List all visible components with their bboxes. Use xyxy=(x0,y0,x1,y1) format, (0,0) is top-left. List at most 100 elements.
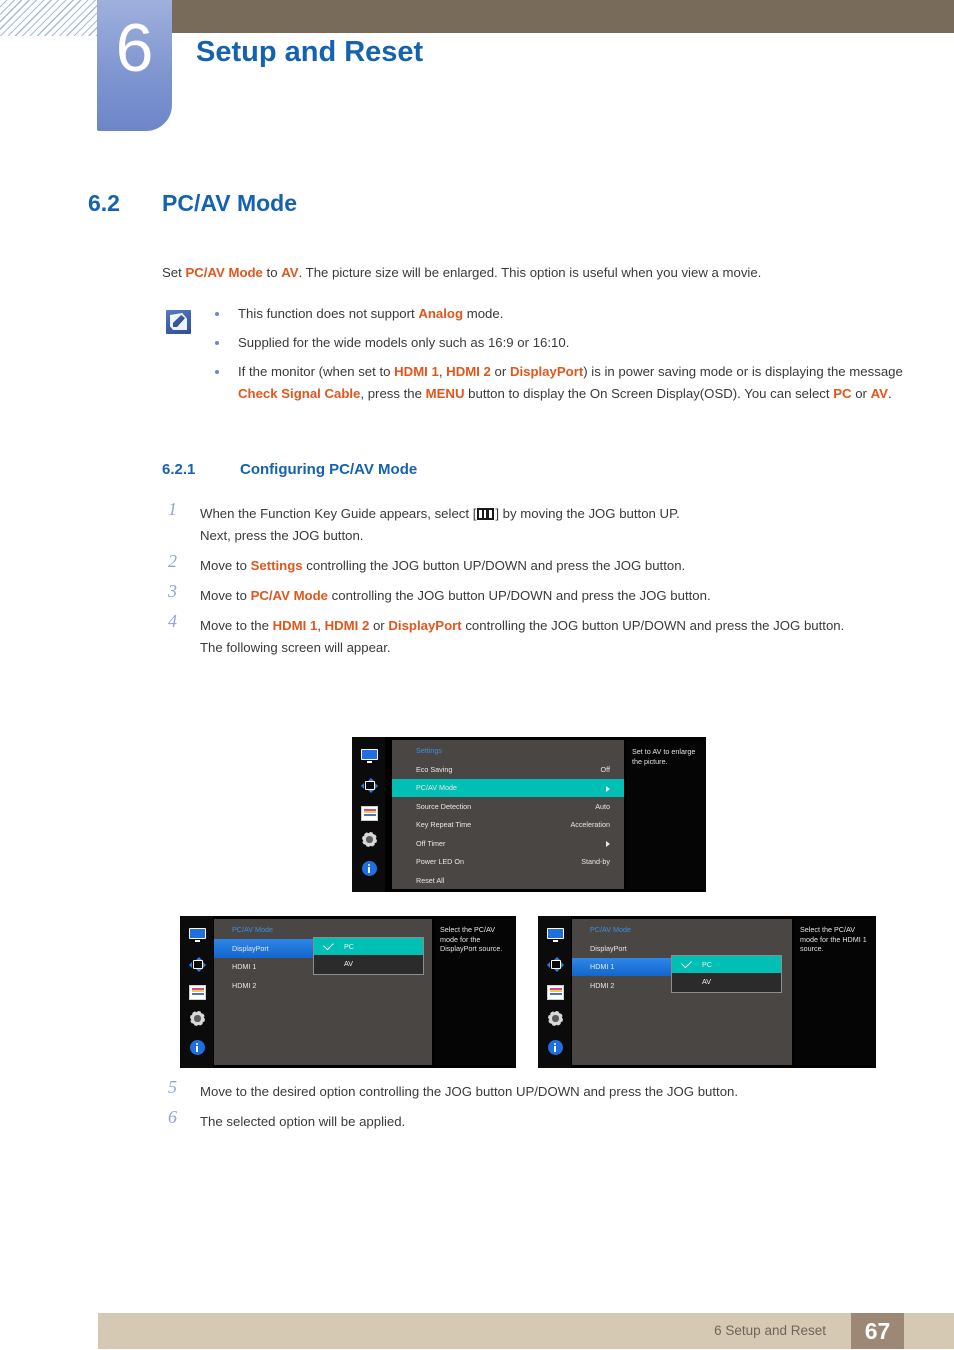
resize-icon[interactable] xyxy=(189,957,206,972)
osd-row-power-led-on[interactable]: Power LED On Stand-by xyxy=(392,853,624,872)
osd-dp-submenu: PC AV xyxy=(313,937,424,975)
osd-hdmi1-row-hdmi1-label: HDMI 1 xyxy=(590,962,615,971)
chapter-number: 6 xyxy=(115,10,154,86)
info-icon[interactable] xyxy=(189,1040,206,1055)
info-icon[interactable] xyxy=(547,1040,564,1055)
osd-dp-row-hdmi1-label: HDMI 1 xyxy=(232,962,257,971)
note-bullet-2: Supplied for the wide models only such a… xyxy=(215,332,932,354)
step-2-number: 2 xyxy=(168,551,177,571)
step-4-text: Move to the HDMI 1, HDMI 2 or DisplayPor… xyxy=(200,615,952,659)
step-1-text-b: ] by moving the JOG button UP. xyxy=(495,506,680,521)
osd-row-key-repeat-time[interactable]: Key Repeat Time Acceleration xyxy=(392,816,624,835)
step-5-number: 5 xyxy=(168,1077,177,1097)
header-hatch-pattern xyxy=(0,0,97,36)
color-bars-icon[interactable] xyxy=(361,806,378,821)
note-3-text-d: ) is in power saving mode or is displayi… xyxy=(583,364,903,379)
note-3-keyword-check-signal-cable: Check Signal Cable xyxy=(238,386,361,401)
osd-dp-option-pc[interactable]: PC xyxy=(314,938,423,955)
note-pencil-icon xyxy=(165,309,192,335)
step-4-text-a: Move to the xyxy=(200,618,273,633)
osd-screenshot-settings: Settings Eco Saving Off PC/AV Mode Sourc… xyxy=(352,737,706,892)
note-1-keyword-analog: Analog xyxy=(418,306,464,321)
subsection-heading: 6.2.1 Configuring PC/AV Mode xyxy=(162,461,952,479)
osd-dp-menu-title: PC/AV Mode xyxy=(232,925,274,934)
monitor-icon[interactable] xyxy=(361,749,378,764)
step-6-text: The selected option will be applied. xyxy=(200,1114,406,1129)
osd-row-source-detection-value: Auto xyxy=(595,801,610,811)
step-4: 4 Move to the HDMI 1, HDMI 2 or DisplayP… xyxy=(162,611,952,659)
osd-row-off-timer-chevron-right-icon xyxy=(606,841,610,847)
note-3-keyword-hdmi1: HDMI 1 xyxy=(394,364,439,379)
subsection-title: Configuring PC/AV Mode xyxy=(240,461,418,478)
osd-row-off-timer-label: Off Timer xyxy=(416,838,446,848)
intro-paragraph: Set PC/AV Mode to AV. The picture size w… xyxy=(162,263,922,282)
gear-icon[interactable] xyxy=(547,1011,564,1026)
osd-hdmi1-option-pc[interactable]: PC xyxy=(672,956,781,973)
osd-hdmi1-rail xyxy=(538,916,571,1068)
color-bars-icon[interactable] xyxy=(547,985,564,1000)
osd-row-eco-saving[interactable]: Eco Saving Off xyxy=(392,760,624,779)
resize-icon[interactable] xyxy=(361,778,378,793)
step-3-number: 3 xyxy=(168,581,177,601)
osd-dp-row-hdmi2[interactable]: HDMI 2 xyxy=(214,976,432,995)
step-5: 5 Move to the desired option controlling… xyxy=(162,1077,952,1103)
step-1-number: 1 xyxy=(168,499,177,519)
intro-keyword-av: AV xyxy=(281,265,299,280)
osd-row-pcav-mode-label: PC/AV Mode xyxy=(416,783,458,792)
chapter-number-box: 6 xyxy=(97,0,172,131)
intro-text-1: Set xyxy=(162,265,186,280)
step-4-line2: The following screen will appear. xyxy=(200,640,391,655)
color-bars-icon[interactable] xyxy=(189,985,206,1000)
section-title: PC/AV Mode xyxy=(162,190,298,216)
resize-icon[interactable] xyxy=(547,957,564,972)
step-1-text-a: When the Function Key Guide appears, sel… xyxy=(200,506,477,521)
osd-row-pcav-mode[interactable]: PC/AV Mode xyxy=(392,778,624,797)
step-4-text-d: controlling the JOG button UP/DOWN and p… xyxy=(461,618,845,633)
osd-dp-tip: Select the PC/AV mode for the DisplayPor… xyxy=(435,919,516,1065)
osd-row-eco-saving-label: Eco Saving xyxy=(416,764,453,774)
osd-dp-option-av[interactable]: AV xyxy=(314,955,423,972)
note-3-keyword-menu: MENU xyxy=(425,386,465,401)
steps-list-1: 1 When the Function Key Guide appears, s… xyxy=(162,499,952,667)
note-3-text-g: or xyxy=(851,386,871,401)
osd-dp-row-hdmi2-label: HDMI 2 xyxy=(232,980,257,990)
info-icon[interactable] xyxy=(361,861,378,876)
intro-text-2: to xyxy=(262,265,282,280)
header-brown-bar xyxy=(172,0,954,33)
check-icon xyxy=(681,957,692,969)
note-3-text-c: or xyxy=(490,364,510,379)
step-3-keyword-pcav: PC/AV Mode xyxy=(250,588,328,603)
osd-row-power-led-on-value: Stand-by xyxy=(581,857,610,866)
note-3-text-h: . xyxy=(887,386,892,401)
osd-row-power-led-on-label: Power LED On xyxy=(416,857,464,866)
note-3-keyword-hdmi2: HDMI 2 xyxy=(446,364,491,379)
monitor-icon[interactable] xyxy=(189,928,206,943)
osd-screenshot-hdmi1: PC/AV Mode DisplayPort HDMI 1 HDMI 2 PC … xyxy=(538,916,876,1068)
osd-settings-tip: Set to AV to enlarge the picture. xyxy=(626,740,706,889)
osd-settings-menu-title: Settings xyxy=(416,746,442,755)
note-3-text-a: If the monitor (when set to xyxy=(238,364,395,379)
step-2-keyword-settings: Settings xyxy=(250,558,303,573)
osd-hdmi1-option-av-label: AV xyxy=(702,977,712,986)
osd-row-reset-all-label: Reset All xyxy=(416,875,445,885)
gear-icon[interactable] xyxy=(361,832,378,847)
osd-screenshot-displayport: PC/AV Mode DisplayPort HDMI 1 HDMI 2 PC … xyxy=(180,916,516,1068)
note-bullet-1: This function does not support Analog mo… xyxy=(215,303,932,325)
osd-row-source-detection[interactable]: Source Detection Auto xyxy=(392,797,624,816)
osd-hdmi1-option-pc-label: PC xyxy=(702,960,712,969)
osd-row-key-repeat-time-value: Acceleration xyxy=(570,820,610,829)
osd-row-off-timer[interactable]: Off Timer xyxy=(392,834,624,853)
osd-dp-option-av-label: AV xyxy=(344,959,354,968)
step-6: 6 The selected option will be applied. xyxy=(162,1107,952,1133)
osd-row-reset-all[interactable]: Reset All xyxy=(392,871,624,890)
gear-icon[interactable] xyxy=(189,1011,206,1026)
step-4-number: 4 xyxy=(168,611,177,631)
monitor-icon[interactable] xyxy=(547,928,564,943)
note-block: This function does not support Analog mo… xyxy=(162,303,932,412)
note-2-text: Supplied for the wide models only such a… xyxy=(238,335,570,350)
osd-hdmi1-option-av[interactable]: AV xyxy=(672,973,781,990)
osd-row-pcav-mode-chevron-right-icon xyxy=(606,785,610,792)
step-2-text-b: controlling the JOG button UP/DOWN and p… xyxy=(302,558,686,573)
step-2-text: Move to Settings controlling the JOG but… xyxy=(200,555,952,577)
osd-row-key-repeat-time-label: Key Repeat Time xyxy=(416,820,472,829)
